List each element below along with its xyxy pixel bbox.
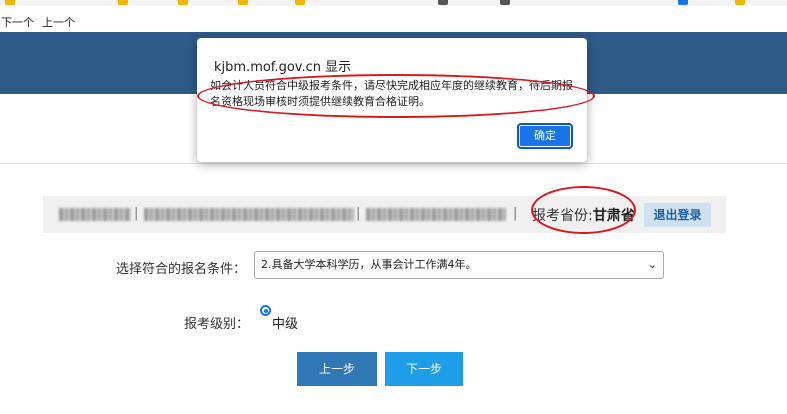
alert-dialog: kjbm.mof.gov.cn 显示 如会计人员符合中级报考条件，请尽快完成相应…	[197, 38, 587, 162]
level-radio[interactable]	[260, 305, 271, 316]
bookmark-icon[interactable]	[295, 0, 305, 5]
bookmark-icon[interactable]	[500, 0, 510, 5]
find-bar: 下一个 上一个	[0, 6, 787, 32]
user-info-bar: | | | 报考省份:甘肃省 退出登录	[43, 196, 726, 233]
province-label: 报考省份:	[532, 208, 593, 224]
redacted-region	[366, 208, 506, 221]
province-value: 甘肃省	[592, 208, 635, 224]
condition-select[interactable]: 2.具备大学本科学历，从事会计工作满4年。 ⌄	[254, 251, 664, 279]
redacted-id	[144, 208, 354, 221]
bookmark-icon[interactable]	[735, 0, 745, 5]
dialog-message: 如会计人员符合中级报考条件，请尽快完成相应年度的继续教育，待后期报名资格现场审核…	[210, 79, 573, 108]
separator: |	[134, 206, 139, 221]
find-next-button[interactable]: 下一个	[1, 14, 34, 30]
logout-button[interactable]: 退出登录	[644, 203, 711, 227]
next-step-button[interactable]: 下一步	[385, 352, 463, 386]
level-value: 中级	[272, 317, 299, 332]
bookmark-icon[interactable]	[5, 0, 15, 5]
redacted-name	[59, 208, 131, 221]
bookmark-icon[interactable]	[178, 0, 188, 5]
dialog-ok-button[interactable]: 确定	[517, 123, 573, 149]
condition-selected-value: 2.具备大学本科学历，从事会计工作满4年。	[261, 258, 477, 271]
prev-step-button[interactable]: 上一步	[297, 352, 377, 386]
bookmark-icon[interactable]	[438, 0, 448, 5]
level-label: 报考级别：	[184, 317, 250, 332]
find-prev-button[interactable]: 上一个	[42, 14, 75, 30]
bookmark-icon[interactable]	[118, 0, 128, 5]
separator: |	[513, 206, 518, 221]
province-info: 报考省份:甘肃省	[532, 205, 635, 225]
bookmark-icon[interactable]	[238, 0, 248, 5]
bookmark-icon[interactable]	[678, 0, 688, 5]
chevron-down-icon: ⌄	[647, 258, 657, 271]
dialog-title: kjbm.mof.gov.cn 显示	[214, 60, 352, 75]
divider	[0, 163, 787, 164]
condition-label: 选择符合的报名条件：	[116, 262, 247, 277]
separator: |	[356, 206, 361, 221]
